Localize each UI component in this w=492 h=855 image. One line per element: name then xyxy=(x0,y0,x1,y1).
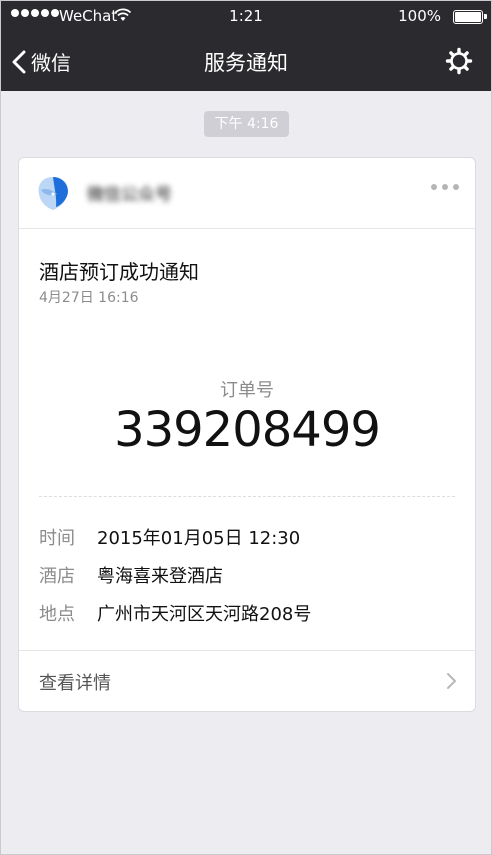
battery-icon xyxy=(453,10,483,24)
dashed-divider xyxy=(39,496,455,497)
ellipsis-icon[interactable] xyxy=(431,184,459,190)
account-avatar[interactable] xyxy=(35,174,71,212)
gear-icon[interactable] xyxy=(445,47,473,75)
detail-value: 粤海喜来登酒店 xyxy=(97,566,223,587)
page-title: 服务通知 xyxy=(204,51,288,75)
status-bar: WeChat 1:21 100% xyxy=(1,1,491,33)
account-name: 微信公众号 xyxy=(87,185,172,205)
phone-screen: WeChat 1:21 100% 微信 服务通知 下午 4:16 微信公众号 酒… xyxy=(0,0,492,855)
message-title: 酒店预订成功通知 xyxy=(39,260,199,284)
detail-value: 广州市天河区天河路208号 xyxy=(97,604,312,625)
chevron-right-icon xyxy=(447,673,456,689)
detail-key: 时间 xyxy=(39,528,75,549)
detail-key: 酒店 xyxy=(39,566,75,587)
detail-value: 2015年01月05日 12:30 xyxy=(97,528,301,549)
battery-percent: 100% xyxy=(398,7,441,25)
navigation-bar: 微信 服务通知 xyxy=(1,33,491,91)
detail-row-hotel: 酒店 粤海喜来登酒店 xyxy=(39,556,455,594)
view-details-label: 查看详情 xyxy=(39,673,111,694)
order-number: 339208499 xyxy=(114,402,381,458)
notification-card[interactable]: 微信公众号 酒店预订成功通知 4月27日 16:16 订单号 339208499… xyxy=(18,157,476,712)
card-header: 微信公众号 xyxy=(19,158,475,229)
details-list: 时间 2015年01月05日 12:30 酒店 粤海喜来登酒店 地点 广州市天河… xyxy=(39,518,455,632)
top-bar: WeChat 1:21 100% 微信 服务通知 xyxy=(1,1,491,91)
battery-tip xyxy=(484,14,487,19)
detail-row-time: 时间 2015年01月05日 12:30 xyxy=(39,518,455,556)
order-label: 订单号 xyxy=(220,380,274,401)
detail-row-location: 地点 广州市天河区天河路208号 xyxy=(39,594,455,632)
message-date: 4月27日 16:16 xyxy=(39,290,139,306)
detail-key: 地点 xyxy=(39,604,75,625)
view-details-link[interactable]: 查看详情 xyxy=(19,650,475,712)
message-timestamp: 下午 4:16 xyxy=(204,111,289,137)
